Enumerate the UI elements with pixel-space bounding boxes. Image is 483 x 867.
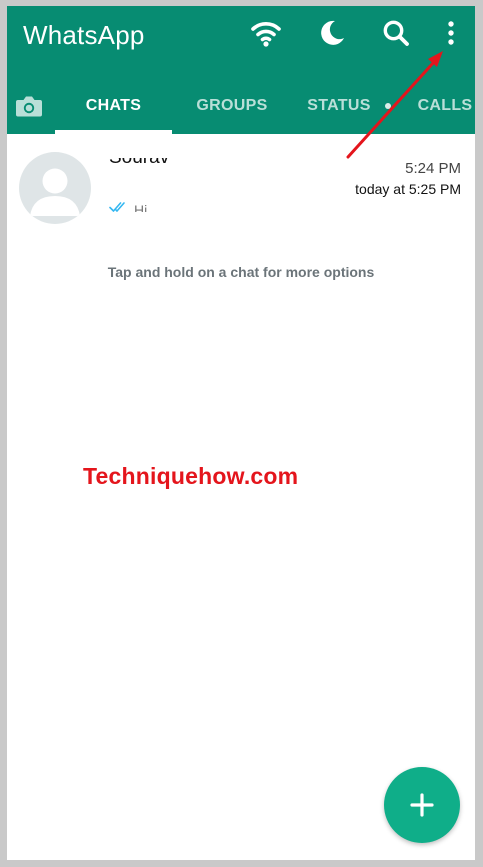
hint-text: Tap and hold on a chat for more options xyxy=(107,264,375,280)
watermark: Techniquehow.com xyxy=(83,463,299,489)
default-avatar-icon xyxy=(30,168,80,216)
tab-chats-label: CHATS xyxy=(85,97,142,114)
more-vert-icon[interactable] xyxy=(434,16,468,50)
chat-name: Sourav xyxy=(109,158,169,170)
tab-status[interactable]: STATUS xyxy=(291,78,407,134)
search-icon[interactable] xyxy=(379,16,413,50)
double-check-icon xyxy=(109,202,125,212)
app-title: WhatsApp xyxy=(23,20,145,50)
tab-groups[interactable]: GROUPS xyxy=(175,78,289,134)
tab-groups-label: GROUPS xyxy=(196,97,268,114)
tab-calls-label: CALLS xyxy=(417,97,473,114)
chat-subtime: today at 5:25 PM xyxy=(355,181,461,197)
new-chat-button[interactable] xyxy=(384,767,460,843)
camera-icon xyxy=(16,96,42,117)
wifi-icon[interactable] xyxy=(249,16,283,50)
avatar[interactable] xyxy=(19,152,91,224)
tab-bar: CHATS GROUPS STATUS CALLS xyxy=(7,78,475,134)
tab-chats[interactable]: CHATS xyxy=(55,78,172,134)
status-unread-dot xyxy=(384,103,391,109)
tab-camera[interactable] xyxy=(7,78,51,134)
moon-icon[interactable] xyxy=(315,16,349,50)
app-bar: WhatsApp CHATS GROUPS STATUS CALLS xyxy=(7,6,475,134)
chat-preview-text: Hi xyxy=(134,202,148,212)
chat-list-item[interactable]: Sourav Hi 5:24 PM today at 5:25 PM xyxy=(7,144,475,230)
chat-time: 5:24 PM xyxy=(405,160,461,177)
tab-status-label: STATUS xyxy=(307,97,371,114)
app-window: WhatsApp CHATS GROUPS STATUS CALLS Hi 5:… xyxy=(7,6,475,860)
plus-icon xyxy=(410,793,434,817)
tab-calls[interactable]: CALLS xyxy=(409,78,475,134)
chat-preview: Hi xyxy=(109,198,147,216)
